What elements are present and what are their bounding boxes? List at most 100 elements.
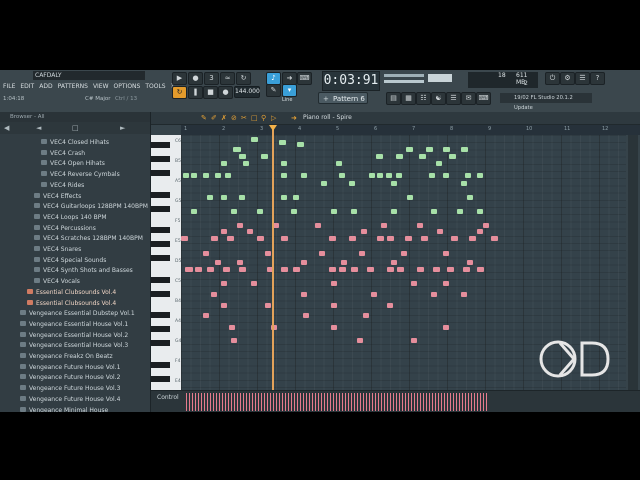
online-icon[interactable]: ⏻ (545, 72, 560, 85)
midi-note[interactable] (195, 267, 202, 272)
midi-note[interactable] (321, 181, 327, 186)
black-key[interactable] (151, 156, 170, 163)
midi-note[interactable] (231, 338, 237, 343)
midi-note[interactable] (203, 313, 209, 318)
browser-folder-item[interactable]: Vengeance Future House Vol.1 (20, 362, 120, 373)
midi-note[interactable] (351, 209, 357, 214)
midi-note[interactable] (297, 142, 304, 147)
browser-menu-icon[interactable]: ◀ (4, 124, 9, 132)
midi-note[interactable] (293, 195, 299, 200)
browser-view-icon[interactable]: ☰ (446, 92, 461, 105)
playhead-marker[interactable] (269, 125, 277, 131)
pause-button[interactable]: ❚ (188, 86, 203, 99)
menu-file[interactable]: FILE (3, 82, 15, 92)
midi-note[interactable] (443, 173, 449, 178)
midi-note[interactable] (377, 173, 383, 178)
midi-note[interactable] (215, 173, 221, 178)
midi-note[interactable] (221, 161, 227, 166)
midi-note[interactable] (391, 260, 397, 265)
black-key[interactable] (151, 326, 170, 333)
draw-tool-icon[interactable]: ✎ (266, 84, 281, 97)
menu-patterns[interactable]: PATTERNS (58, 82, 88, 92)
midi-note[interactable] (491, 236, 498, 241)
browser-folder-item[interactable]: VEC4 Guitarloops 128BPM 140BPM (34, 201, 148, 212)
midi-note[interactable] (443, 251, 449, 256)
midi-note[interactable] (215, 260, 221, 265)
black-key[interactable] (151, 142, 170, 149)
stop-button[interactable]: ■ (203, 86, 218, 99)
browser-folder-item[interactable]: Vengeance Minimal House (20, 405, 108, 412)
pattern-selector[interactable]: Pattern 6 (318, 92, 368, 105)
zoom-tool-icon[interactable]: ⚲ (261, 114, 266, 122)
midi-note[interactable] (301, 260, 307, 265)
midi-note[interactable] (443, 325, 449, 330)
typing-keyboard-icon[interactable]: ⌨ (297, 72, 312, 85)
midi-note[interactable] (281, 173, 287, 178)
midi-note[interactable] (461, 147, 468, 152)
master-volume-slider[interactable] (428, 74, 452, 82)
black-key[interactable] (151, 255, 170, 262)
midi-note[interactable] (405, 236, 412, 241)
countdown-icon[interactable]: 3 (204, 72, 219, 85)
browser-folder-item[interactable]: Essential Clubsounds Vol.4 (27, 287, 116, 298)
midi-note[interactable] (211, 292, 217, 297)
midi-note[interactable] (257, 209, 263, 214)
plugin-picker-icon[interactable]: ✉ (461, 92, 476, 105)
midi-note[interactable] (371, 292, 377, 297)
midi-note[interactable] (207, 195, 213, 200)
browser-folder-item[interactable]: VEC4 Percussions (34, 223, 96, 234)
midi-note[interactable] (359, 251, 365, 256)
midi-note[interactable] (251, 281, 257, 286)
midi-note[interactable] (465, 173, 471, 178)
browser-folder-item[interactable]: Vengeance Essential House Vol.2 (20, 330, 128, 341)
midi-note[interactable] (303, 313, 309, 318)
midi-note[interactable] (377, 236, 384, 241)
select-tool-icon[interactable]: □ (251, 114, 258, 122)
mute-tool-icon[interactable]: ⊘ (231, 114, 237, 122)
midi-note[interactable] (363, 313, 369, 318)
midi-note[interactable] (477, 229, 483, 234)
midi-note[interactable] (191, 173, 197, 178)
midi-note[interactable] (407, 195, 413, 200)
mixer-view-icon[interactable]: ☯ (431, 92, 446, 105)
midi-note[interactable] (261, 154, 268, 159)
midi-note[interactable] (315, 223, 321, 228)
midi-note[interactable] (367, 267, 374, 272)
touch-keyboard-icon[interactable]: ⌨ (476, 92, 491, 105)
browser-folder-item[interactable]: VEC4 Special Sounds (34, 255, 106, 266)
midi-note[interactable] (387, 267, 394, 272)
black-key[interactable] (151, 227, 170, 234)
song-time-display[interactable]: 0:03:91 (322, 71, 380, 91)
midi-note[interactable] (449, 154, 456, 159)
control-label[interactable]: Control (157, 394, 179, 401)
timeline-ruler[interactable]: 1 2 3 4 5 6 7 8 9 10 11 12 (181, 125, 640, 135)
midi-note[interactable] (436, 161, 442, 166)
midi-note[interactable] (339, 267, 346, 272)
menu-options[interactable]: OPTIONS (114, 82, 141, 92)
midi-note[interactable] (433, 267, 440, 272)
midi-note[interactable] (243, 161, 249, 166)
record-button[interactable]: ● (218, 86, 233, 99)
browser-folder-item[interactable]: Vengeance Future House Vol.4 (20, 394, 120, 405)
midi-note[interactable] (406, 147, 413, 152)
midi-note[interactable] (351, 267, 358, 272)
midi-note[interactable] (451, 236, 458, 241)
browser-folder-item[interactable]: VEC4 Closed Hihats (41, 137, 109, 148)
black-key[interactable] (151, 170, 170, 177)
midi-note[interactable] (223, 267, 230, 272)
midi-note[interactable] (233, 147, 241, 152)
midi-note[interactable] (477, 173, 483, 178)
midi-note[interactable] (349, 236, 356, 241)
midi-note[interactable] (431, 292, 437, 297)
midi-note[interactable] (477, 267, 484, 272)
browser-folder-item[interactable]: VEC4 Vocals (34, 276, 80, 287)
midi-note[interactable] (331, 303, 337, 308)
news-panel[interactable]: 19/02 FL Studio 20.1.2 Update (500, 93, 592, 111)
midi-note[interactable] (293, 267, 300, 272)
midi-note[interactable] (225, 173, 231, 178)
midi-note[interactable] (191, 209, 197, 214)
midi-note[interactable] (437, 229, 443, 234)
browser-folder-item[interactable]: VEC4 Effects (34, 191, 81, 202)
black-key[interactable] (151, 375, 170, 382)
midi-note[interactable] (477, 209, 483, 214)
